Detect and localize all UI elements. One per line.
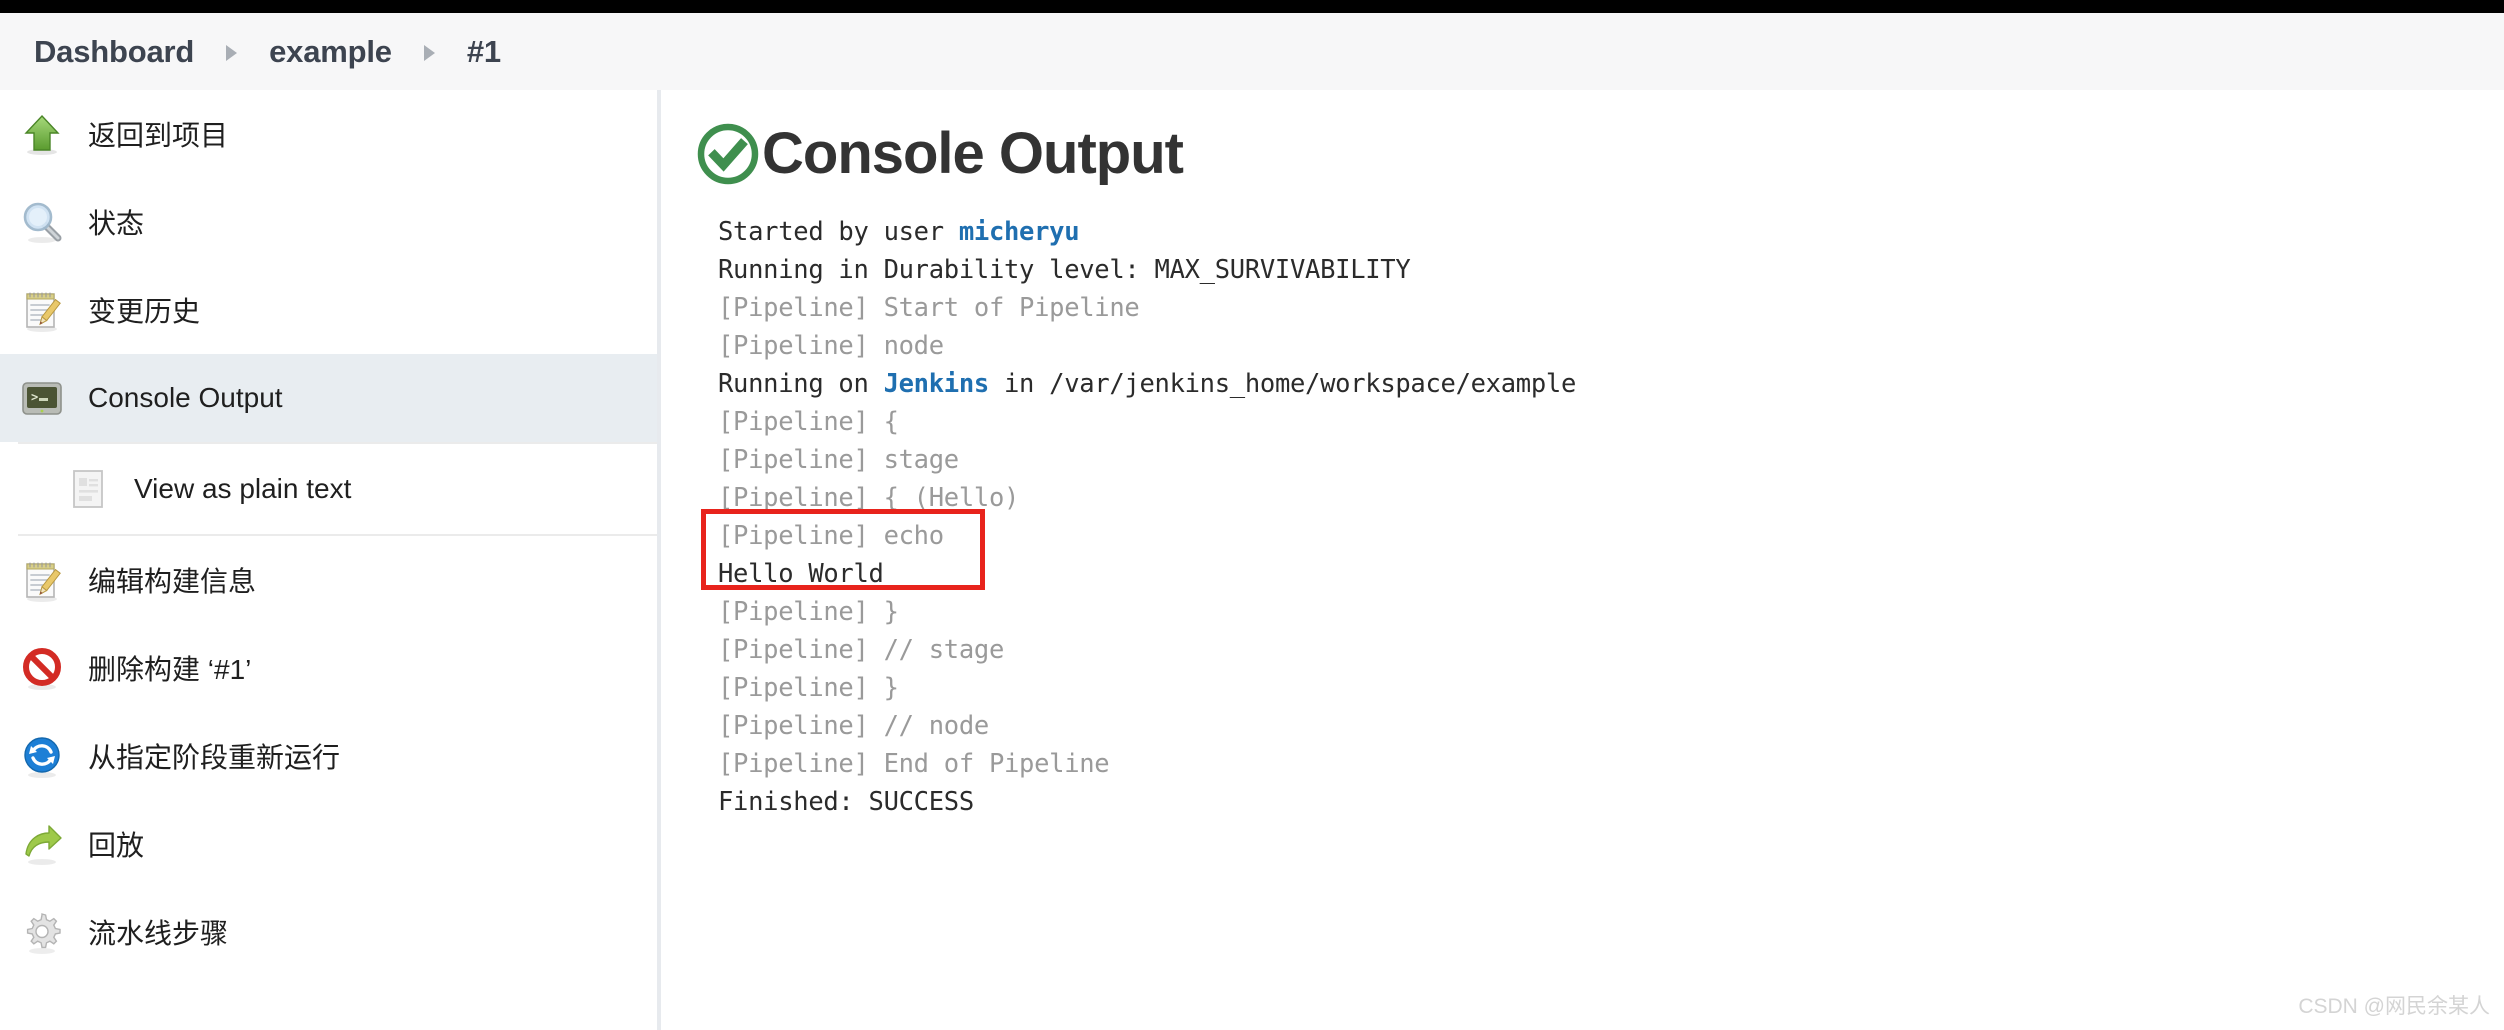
sidebar-item-label: 回放 xyxy=(88,830,145,861)
page-title: Console Output xyxy=(762,121,1184,186)
breadcrumb: Dashboard example #1 xyxy=(0,13,2504,90)
log-line: [Pipeline] stage xyxy=(718,441,2504,479)
no-entry-icon xyxy=(18,644,66,692)
log-line: Running in Durability level: MAX_SURVIVA… xyxy=(718,251,2504,289)
sidebar-item-2[interactable]: 状态 xyxy=(0,178,657,266)
sidebar-item-label: 删除构建 ‘#1’ xyxy=(88,654,252,685)
page-body: 返回到项目 状态 变更历史 > Console Output View as p… xyxy=(0,90,2504,1030)
log-text: [Pipeline] // node xyxy=(718,711,989,741)
log-text: [Pipeline] // stage xyxy=(718,635,1004,665)
page-title-row: Console Output xyxy=(696,120,2504,187)
sidebar-item-6[interactable]: 删除构建 ‘#1’ xyxy=(0,624,657,712)
sidebar: 返回到项目 状态 变更历史 > Console Output View as p… xyxy=(0,90,661,1030)
log-text: Running on xyxy=(718,369,884,399)
log-link[interactable]: micheryu xyxy=(959,217,1080,247)
log-text: Hello World xyxy=(718,559,884,589)
success-check-icon xyxy=(696,122,760,186)
log-line: Finished: SUCCESS xyxy=(718,783,2504,821)
svg-text:>: > xyxy=(31,390,38,404)
log-line: [Pipeline] { (Hello) xyxy=(718,479,2504,517)
log-text: [Pipeline] Start of Pipeline xyxy=(718,293,1140,323)
console-log: Started by user micheryu Running in Durab… xyxy=(701,213,2504,821)
sidebar-item-label: Console Output xyxy=(88,382,283,413)
sidebar-item-label: 返回到项目 xyxy=(88,120,229,151)
log-text: [Pipeline] } xyxy=(718,597,899,627)
log-text: Started by user xyxy=(718,217,959,247)
log-text: [Pipeline] { xyxy=(718,407,899,437)
log-text: [Pipeline] { (Hello) xyxy=(718,483,1020,513)
sidebar-subitem-label: View as plain text xyxy=(134,473,352,504)
log-link[interactable]: Jenkins xyxy=(884,369,990,399)
sidebar-item-label: 状态 xyxy=(88,208,145,239)
chevron-right-icon xyxy=(423,44,435,61)
log-line: [Pipeline] echo xyxy=(718,517,2504,555)
document-icon xyxy=(68,465,108,513)
sidebar-item-label: 从指定阶段重新运行 xyxy=(88,742,341,773)
refresh-circle-icon xyxy=(18,732,66,780)
log-line: Running on Jenkins in /var/jenkins_home/… xyxy=(718,365,2504,403)
log-text: Finished: SUCCESS xyxy=(718,787,974,817)
green-redo-arrow-icon xyxy=(18,820,66,868)
gear-icon xyxy=(18,908,66,956)
notepad-pencil-icon xyxy=(18,556,66,604)
log-line: Hello World xyxy=(718,555,2504,593)
log-line: [Pipeline] Start of Pipeline xyxy=(718,289,2504,327)
terminal-icon: > xyxy=(18,374,66,422)
log-line: Started by user micheryu xyxy=(718,213,2504,251)
log-text: [Pipeline] } xyxy=(718,673,899,703)
log-text: [Pipeline] stage xyxy=(718,445,959,475)
sidebar-item-8[interactable]: 回放 xyxy=(0,800,657,888)
breadcrumb-item-dashboard[interactable]: Dashboard xyxy=(34,34,194,70)
chevron-right-icon xyxy=(226,44,238,61)
watermark: CSDN @网民余某人 xyxy=(2298,995,2490,1018)
log-line: [Pipeline] } xyxy=(718,593,2504,631)
up-arrow-icon xyxy=(18,110,66,158)
sidebar-item-5[interactable]: 编辑构建信息 xyxy=(0,536,657,624)
sidebar-item-label: 流水线步骤 xyxy=(88,918,229,949)
sidebar-item-label: 编辑构建信息 xyxy=(88,566,257,597)
sidebar-subitem-group: View as plain text xyxy=(18,442,657,536)
sidebar-item-1[interactable]: 返回到项目 xyxy=(0,90,657,178)
breadcrumb-item-example[interactable]: example xyxy=(269,34,392,70)
sidebar-item-view-as-plain-text[interactable]: View as plain text xyxy=(18,444,657,534)
log-line: [Pipeline] { xyxy=(718,403,2504,441)
log-text: [Pipeline] End of Pipeline xyxy=(718,749,1110,779)
log-line: [Pipeline] } xyxy=(718,669,2504,707)
log-text: Running in Durability level: MAX_SURVIVA… xyxy=(718,255,1411,285)
log-line: [Pipeline] End of Pipeline xyxy=(718,745,2504,783)
log-line: [Pipeline] // stage xyxy=(718,631,2504,669)
notepad-pencil-icon xyxy=(18,286,66,334)
sidebar-item-label: 变更历史 xyxy=(88,296,201,327)
log-text: [Pipeline] echo xyxy=(718,521,944,551)
log-line: [Pipeline] // node xyxy=(718,707,2504,745)
sidebar-item-3[interactable]: 变更历史 xyxy=(0,266,657,354)
main-content: Console Output Started by user micheryu R… xyxy=(665,90,2504,1030)
top-black-bar xyxy=(0,0,2504,13)
log-line: [Pipeline] node xyxy=(718,327,2504,365)
sidebar-item-4[interactable]: > Console Output xyxy=(0,354,657,442)
sidebar-item-9[interactable]: 流水线步骤 xyxy=(0,888,657,976)
log-text: in /var/jenkins_home/workspace/example xyxy=(988,369,1576,399)
log-text: [Pipeline] node xyxy=(718,331,944,361)
sidebar-item-7[interactable]: 从指定阶段重新运行 xyxy=(0,712,657,800)
breadcrumb-item-build[interactable]: #1 xyxy=(467,34,501,70)
magnifier-icon xyxy=(18,198,66,246)
